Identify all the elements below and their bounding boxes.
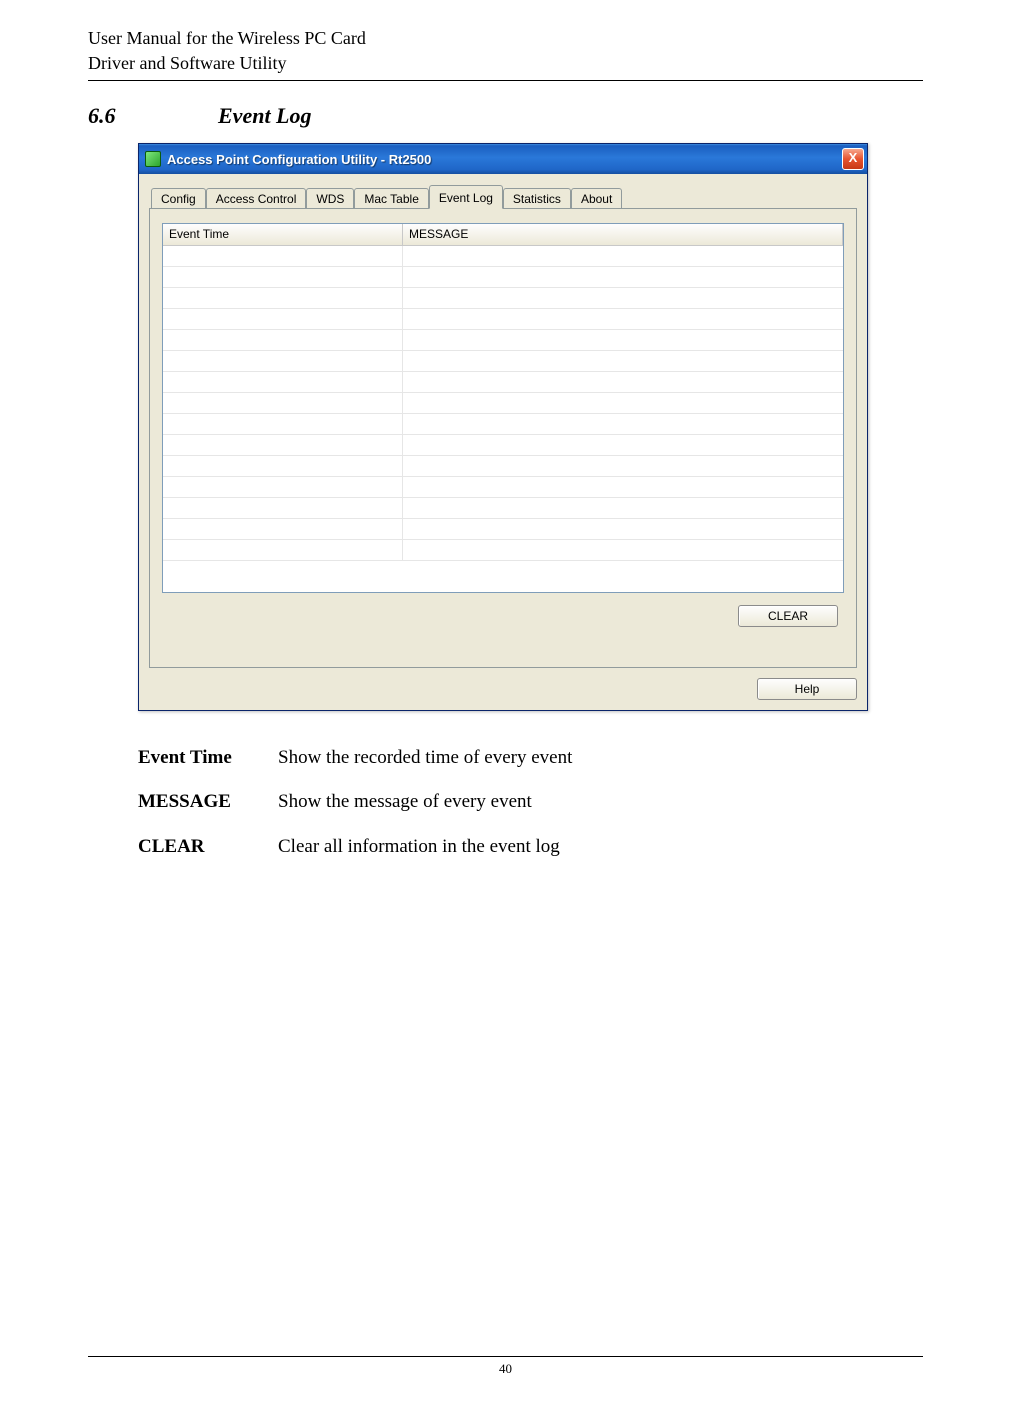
list-row[interactable]: [163, 288, 843, 309]
list-row[interactable]: [163, 456, 843, 477]
list-row[interactable]: [163, 498, 843, 519]
footer-divider: [88, 1356, 923, 1357]
list-row[interactable]: [163, 393, 843, 414]
tab-statistics[interactable]: Statistics: [503, 188, 571, 209]
dialog-body: Config Access Control WDS Mac Table Even…: [139, 174, 867, 710]
doc-header-line1: User Manual for the Wireless PC Card: [88, 28, 923, 49]
tab-about[interactable]: About: [571, 188, 622, 209]
list-row[interactable]: [163, 309, 843, 330]
list-row[interactable]: [163, 330, 843, 351]
help-button[interactable]: Help: [757, 678, 857, 700]
list-row[interactable]: [163, 372, 843, 393]
list-row[interactable]: [163, 414, 843, 435]
definition-row: MESSAGE Show the message of every event: [138, 787, 923, 817]
doc-header-line2: Driver and Software Utility: [88, 53, 923, 74]
def-desc: Show the recorded time of every event: [278, 743, 572, 773]
window-title: Access Point Configuration Utility - Rt2…: [167, 152, 842, 167]
screenshot: Access Point Configuration Utility - Rt2…: [138, 143, 923, 711]
list-row[interactable]: [163, 435, 843, 456]
close-icon: X: [849, 150, 858, 165]
col-message[interactable]: MESSAGE: [403, 224, 843, 246]
event-log-list[interactable]: Event Time MESSAGE: [162, 223, 844, 593]
tab-wds[interactable]: WDS: [306, 188, 354, 209]
def-desc: Clear all information in the event log: [278, 832, 560, 862]
tab-event-log[interactable]: Event Log: [429, 185, 503, 209]
clear-button[interactable]: CLEAR: [738, 605, 838, 627]
list-rows: [163, 246, 843, 561]
def-term: Event Time: [138, 743, 278, 773]
list-row[interactable]: [163, 519, 843, 540]
app-icon: [145, 151, 161, 167]
dialog-window: Access Point Configuration Utility - Rt2…: [138, 143, 868, 711]
definition-row: Event Time Show the recorded time of eve…: [138, 743, 923, 773]
close-button[interactable]: X: [842, 148, 864, 170]
def-term: CLEAR: [138, 832, 278, 862]
col-event-time[interactable]: Event Time: [163, 224, 403, 246]
section-heading: 6.6 Event Log: [88, 103, 923, 129]
definition-row: CLEAR Clear all information in the event…: [138, 832, 923, 862]
tab-strip: Config Access Control WDS Mac Table Even…: [149, 184, 857, 208]
definitions: Event Time Show the recorded time of eve…: [138, 743, 923, 862]
list-row[interactable]: [163, 267, 843, 288]
list-header: Event Time MESSAGE: [163, 224, 843, 246]
title-bar: Access Point Configuration Utility - Rt2…: [139, 144, 867, 174]
header-divider: [88, 80, 923, 81]
def-term: MESSAGE: [138, 787, 278, 817]
page-number: 40: [88, 1361, 923, 1377]
help-button-row: Help: [149, 678, 857, 700]
tab-mac-table[interactable]: Mac Table: [354, 188, 428, 209]
list-row[interactable]: [163, 246, 843, 267]
page-footer: 40: [88, 1356, 923, 1377]
section-number: 6.6: [88, 103, 218, 129]
def-desc: Show the message of every event: [278, 787, 532, 817]
tab-config[interactable]: Config: [151, 188, 206, 209]
list-row[interactable]: [163, 540, 843, 561]
list-row[interactable]: [163, 351, 843, 372]
tab-access-control[interactable]: Access Control: [206, 188, 307, 209]
section-title: Event Log: [218, 103, 312, 129]
list-row[interactable]: [163, 477, 843, 498]
tab-panel: Event Time MESSAGE CLEAR: [149, 208, 857, 668]
clear-button-row: CLEAR: [162, 605, 844, 627]
